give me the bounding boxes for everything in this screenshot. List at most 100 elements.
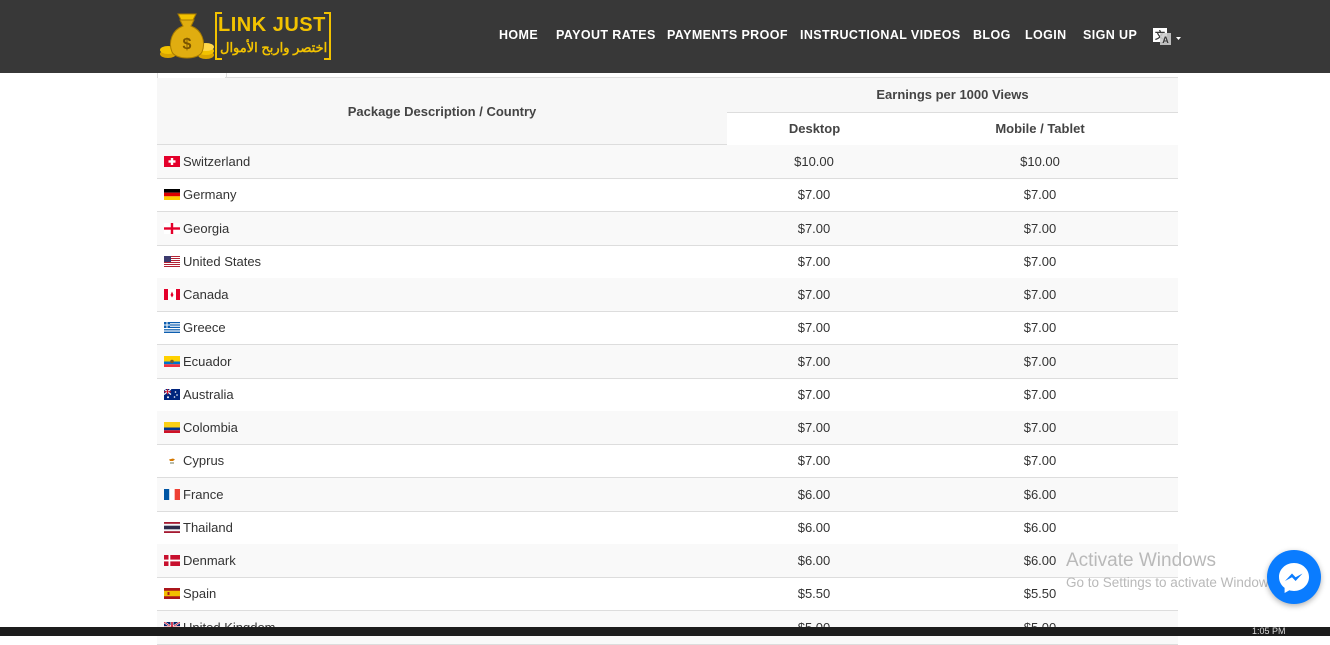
country-name: France xyxy=(183,487,224,502)
windows-taskbar: 1:05 PM xyxy=(0,626,1330,636)
desktop-rate: $7.00 xyxy=(797,420,831,435)
country-name: Spain xyxy=(183,586,217,601)
nav-blog[interactable]: BLOG xyxy=(973,28,1011,42)
desktop-rate: $6.00 xyxy=(797,487,831,502)
table-row: United States $7.00 $7.00 xyxy=(157,245,1178,279)
flag-icon xyxy=(164,588,180,599)
header-earnings: Earnings per 1000 Views xyxy=(876,87,1029,102)
language-selector[interactable]: 文 A xyxy=(1152,26,1182,48)
country-name: Australia xyxy=(183,387,234,402)
flag-icon xyxy=(164,555,180,566)
flag-icon xyxy=(164,289,180,300)
nav-sign-up[interactable]: SIGN UP xyxy=(1083,28,1137,42)
country-name: Denmark xyxy=(183,553,236,568)
nav-payments-proof[interactable]: PAYMENTS PROOF xyxy=(667,28,788,42)
country-name: Colombia xyxy=(183,420,238,435)
mobile-rate: $6.00 xyxy=(1023,520,1057,535)
country-cell: France xyxy=(164,487,223,502)
desktop-rate: $7.00 xyxy=(797,187,831,202)
country-cell: Spain xyxy=(164,586,216,601)
country-cell: Thailand xyxy=(164,520,233,535)
country-cell: Colombia xyxy=(164,420,238,435)
country-cell: United States xyxy=(164,254,261,269)
taskbar-clock: 1:05 PM xyxy=(1252,626,1286,636)
desktop-rate: $7.00 xyxy=(797,354,831,369)
table-row: Colombia $7.00 $7.00 xyxy=(157,411,1178,445)
desktop-rate: $7.00 xyxy=(797,287,831,302)
flag-icon xyxy=(164,356,180,367)
desktop-rate: $10.00 xyxy=(794,154,834,169)
nav-instructional-videos[interactable]: INSTRUCTIONAL VIDEOS xyxy=(800,28,961,42)
table-row: Thailand $6.00 $6.00 xyxy=(157,511,1178,545)
mobile-rate: $7.00 xyxy=(1023,453,1057,468)
country-cell: Germany xyxy=(164,187,236,202)
country-cell: Greece xyxy=(164,320,226,335)
mobile-rate: $7.00 xyxy=(1023,387,1057,402)
main-nav: HOME PAYOUT RATES PAYMENTS PROOF INSTRUC… xyxy=(0,28,1330,46)
country-cell: Cyprus xyxy=(164,453,224,468)
mobile-rate: $7.00 xyxy=(1023,420,1057,435)
table-row: Germany $7.00 $7.00 xyxy=(157,178,1178,212)
flag-icon xyxy=(164,256,180,267)
mobile-rate: $7.00 xyxy=(1023,320,1057,335)
country-name: Germany xyxy=(183,187,237,202)
desktop-rate: $7.00 xyxy=(797,453,831,468)
country-name: Ecuador xyxy=(183,354,232,369)
flag-icon xyxy=(164,322,180,333)
header-desktop: Desktop xyxy=(788,121,841,136)
header-mobile: Mobile / Tablet xyxy=(995,121,1085,136)
desktop-rate: $7.00 xyxy=(797,387,831,402)
country-cell: Ecuador xyxy=(164,354,231,369)
flag-icon xyxy=(164,455,180,466)
svg-text:A: A xyxy=(1162,35,1169,45)
desktop-rate: $7.00 xyxy=(797,320,831,335)
desktop-rate: $6.00 xyxy=(797,553,831,568)
table-row: Cyprus $7.00 $7.00 xyxy=(157,444,1178,478)
country-cell: Denmark xyxy=(164,553,236,568)
table-row: France $6.00 $6.00 xyxy=(157,478,1178,512)
header-package-country: Package Description / Country xyxy=(347,104,537,119)
country-name: Canada xyxy=(183,287,229,302)
activate-windows-subtitle: Go to Settings to activate Windows. xyxy=(1066,575,1280,590)
navbar: $ LINK JUST اختصر واربح الأموال HOME PAY… xyxy=(0,0,1330,73)
desktop-rate: $7.00 xyxy=(797,221,831,236)
messenger-chat-button[interactable] xyxy=(1267,550,1321,604)
flag-icon xyxy=(164,156,180,167)
desktop-rate: $5.50 xyxy=(797,586,831,601)
chevron-down-icon xyxy=(1176,37,1181,40)
country-name: Thailand xyxy=(183,520,233,535)
country-name: Switzerland xyxy=(183,154,251,169)
country-cell: Australia xyxy=(164,387,234,402)
nav-home[interactable]: HOME xyxy=(499,28,538,42)
flag-icon xyxy=(164,422,180,433)
mobile-rate: $7.00 xyxy=(1023,254,1057,269)
country-name: Georgia xyxy=(183,221,230,236)
table-row: Greece $7.00 $7.00 xyxy=(157,311,1178,345)
flag-icon xyxy=(164,522,180,533)
country-cell: Switzerland xyxy=(164,154,250,169)
desktop-rate: $6.00 xyxy=(797,520,831,535)
flag-icon xyxy=(164,189,180,200)
table-row: Georgia $7.00 $7.00 xyxy=(157,212,1178,246)
activate-windows-title: Activate Windows xyxy=(1066,550,1216,571)
flag-icon xyxy=(164,489,180,500)
country-name: United States xyxy=(183,254,262,269)
messenger-icon xyxy=(1279,563,1309,593)
desktop-rate: $7.00 xyxy=(797,254,831,269)
country-cell: Canada xyxy=(164,287,229,302)
table-row: Canada $7.00 $7.00 xyxy=(157,278,1178,312)
mobile-rate: $7.00 xyxy=(1023,221,1057,236)
table-row: Switzerland $10.00 $10.00 xyxy=(157,145,1178,179)
translate-icon: 文 A xyxy=(1153,28,1181,45)
country-cell: Georgia xyxy=(164,221,229,236)
mobile-rate: $10.00 xyxy=(1020,154,1060,169)
table-row: Australia $7.00 $7.00 xyxy=(157,378,1178,412)
nav-payout-rates[interactable]: PAYOUT RATES xyxy=(556,28,656,42)
table-row: Denmark $6.00 $6.00 xyxy=(157,544,1178,578)
flag-icon xyxy=(164,223,180,234)
mobile-rate: $7.00 xyxy=(1023,354,1057,369)
mobile-rate: $7.00 xyxy=(1023,287,1057,302)
mobile-rate: $7.00 xyxy=(1023,187,1057,202)
nav-login[interactable]: LOGIN xyxy=(1025,28,1067,42)
table-row: Ecuador $7.00 $7.00 xyxy=(157,345,1178,379)
